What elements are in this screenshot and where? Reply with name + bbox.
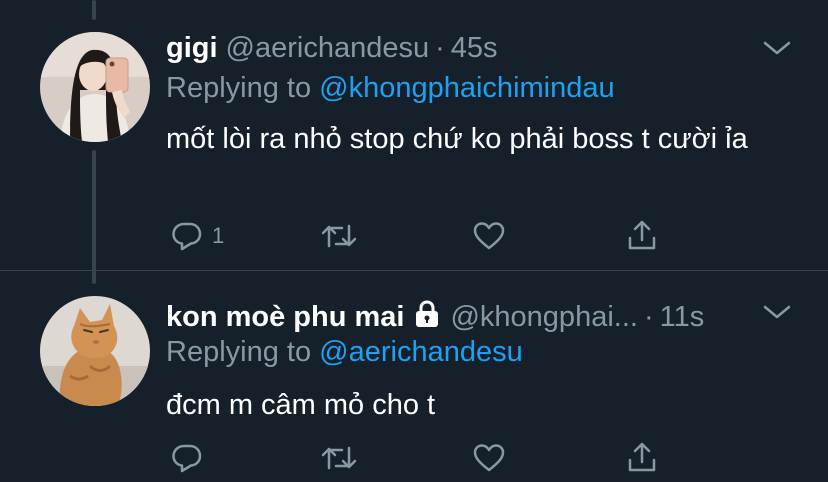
retweet-button[interactable] xyxy=(320,220,366,252)
replying-to-mention[interactable]: @aerichandesu xyxy=(319,336,523,368)
replying-to-label: Replying to xyxy=(166,336,312,368)
handle[interactable]: @khongphai... xyxy=(450,301,637,334)
lock-icon xyxy=(412,299,442,337)
separator-dot: · xyxy=(643,301,654,333)
avatar[interactable] xyxy=(40,296,150,406)
share-button[interactable] xyxy=(625,440,659,474)
retweet-icon xyxy=(321,224,357,248)
reply-count: 1 xyxy=(212,223,225,248)
reply-icon xyxy=(172,444,202,473)
retweet-icon xyxy=(321,446,357,470)
thread-connector-line xyxy=(92,0,96,20)
avatar[interactable] xyxy=(40,32,150,142)
separator-dot: · xyxy=(435,32,445,64)
retweet-button[interactable] xyxy=(320,442,366,474)
reply-button[interactable]: 1 xyxy=(170,220,224,252)
thread-connector-line xyxy=(92,150,96,284)
share-button[interactable] xyxy=(625,218,659,252)
avatar-photo-girl xyxy=(40,32,150,142)
reply-thread: gigi @aerichandesu · 45s Replying to @kh… xyxy=(0,0,828,482)
share-icon xyxy=(628,442,656,472)
timestamp[interactable]: 45s xyxy=(451,32,498,65)
replying-to: Replying to @aerichandesu xyxy=(166,336,523,369)
like-button[interactable] xyxy=(472,442,514,474)
tweet-header: gigi @aerichandesu · 45s xyxy=(166,32,498,65)
chevron-down-icon[interactable] xyxy=(762,302,792,322)
tweet-header: kon moè phu mai @khongphai... · 11s xyxy=(166,296,704,334)
replying-to-mention[interactable]: @khongphaichimindau xyxy=(319,72,614,104)
reply-button[interactable] xyxy=(170,442,212,474)
avatar-photo-cat xyxy=(40,296,150,406)
reply-icon xyxy=(172,222,202,251)
display-name[interactable]: gigi xyxy=(166,32,218,65)
divider xyxy=(0,270,828,271)
replying-to: Replying to @khongphaichimindau xyxy=(166,72,615,105)
heart-icon xyxy=(473,444,505,472)
handle[interactable]: @aerichandesu xyxy=(226,32,430,65)
replying-to-label: Replying to xyxy=(166,72,312,104)
timestamp[interactable]: 11s xyxy=(660,301,705,334)
share-icon xyxy=(628,220,656,250)
tweet-text: mốt lòi ra nhỏ stop chứ ko phải boss t c… xyxy=(166,123,748,155)
display-name[interactable]: kon moè phu mai xyxy=(166,301,404,334)
like-button[interactable] xyxy=(472,220,514,252)
heart-icon xyxy=(473,222,505,250)
chevron-down-icon[interactable] xyxy=(762,38,792,58)
tweet-text: đcm m câm mỏ cho t xyxy=(166,389,436,421)
